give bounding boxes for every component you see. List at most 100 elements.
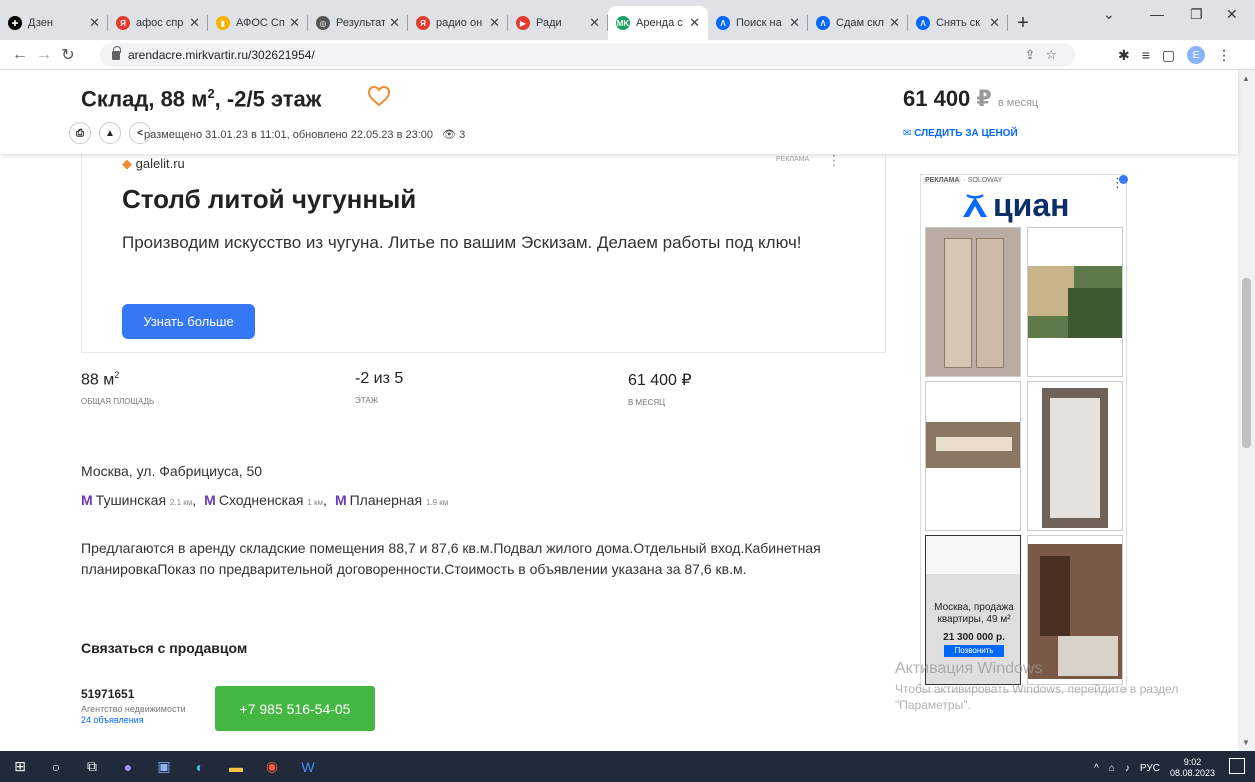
language-indicator[interactable]: РУС bbox=[1140, 763, 1160, 774]
side-ad-overlay-text: Москва, продажа квартиры, 49 м² bbox=[934, 602, 1014, 625]
browser-tab[interactable]: Λ Поиск на ✕ bbox=[708, 6, 808, 40]
metro-icon: M bbox=[204, 492, 216, 508]
metro-item[interactable]: M Сходненская 1 км, bbox=[204, 492, 327, 508]
cian-logo: циан bbox=[961, 187, 1069, 224]
seller-ads-link[interactable]: 24 объявления bbox=[81, 715, 144, 725]
browser-tab[interactable]: ▮ АФОС Сп ✕ bbox=[208, 6, 308, 40]
side-ad-photo[interactable] bbox=[925, 381, 1021, 531]
taskbar-app-icon[interactable]: ● bbox=[118, 757, 138, 777]
back-icon[interactable]: ← bbox=[8, 46, 32, 64]
scroll-up-icon[interactable]: ▲ bbox=[1242, 74, 1250, 83]
metro-name: Сходненская bbox=[218, 492, 304, 508]
tab-close-icon[interactable]: ✕ bbox=[289, 15, 300, 31]
cian-brand-text: циан bbox=[993, 187, 1070, 223]
tab-close-icon[interactable]: ✕ bbox=[589, 15, 600, 31]
side-ad-info-icon[interactable] bbox=[1119, 175, 1128, 184]
chrome-icon[interactable]: ◉ bbox=[262, 757, 282, 777]
tab-title: Дзен bbox=[28, 17, 53, 29]
minimize-icon[interactable]: — bbox=[1150, 6, 1164, 22]
browser-tab[interactable]: Ярадио он ✕ bbox=[408, 6, 508, 40]
tab-close-icon[interactable]: ✕ bbox=[89, 15, 100, 31]
notifications-icon[interactable] bbox=[1229, 758, 1245, 774]
tab-bar: ✚ Дзен ✕ Яафос спр ✕ ▮ АФОС Сп ✕ ◎ Результат ✕ Ярад… bbox=[0, 0, 1255, 40]
clock[interactable]: 9:02 08.08.2023 bbox=[1170, 757, 1215, 779]
share-icon[interactable]: ⇪ bbox=[1024, 47, 1045, 62]
tab-search-icon[interactable]: ⌄ bbox=[1103, 6, 1115, 23]
edge-icon[interactable]: ◐ bbox=[190, 757, 210, 777]
word-icon[interactable]: W bbox=[298, 757, 318, 777]
extensions-puzzle-icon[interactable]: ✱ bbox=[1118, 47, 1130, 64]
tab-favicon-icon: ▶ bbox=[516, 16, 530, 30]
browser-tab[interactable]: ◎ Результат ✕ bbox=[308, 6, 408, 40]
seller-id[interactable]: 51971651 bbox=[81, 687, 134, 701]
listing-header: Склад, 88 м2, -2/5 этаж ⎙ ▲ < размещено … bbox=[0, 70, 1238, 154]
ad-title[interactable]: Столб литой чугунный bbox=[122, 184, 416, 215]
tab-close-icon[interactable]: ✕ bbox=[989, 15, 1000, 31]
ad-banner[interactable]: ◆ galelit.ru РЕКЛАМА ⋮ Столб литой чугун… bbox=[81, 152, 886, 353]
print-icon[interactable]: ⎙ bbox=[69, 122, 91, 144]
tray-chevron-icon[interactable]: ^ bbox=[1094, 763, 1099, 774]
scroll-down-icon[interactable]: ▼ bbox=[1242, 738, 1250, 747]
browser-tab[interactable]: ▶ Ради ✕ bbox=[508, 6, 608, 40]
network-icon[interactable]: ⌂ bbox=[1109, 763, 1115, 774]
metro-item[interactable]: M Планерная 1.9 км bbox=[335, 492, 448, 508]
windows-activation-watermark: Активация Windows Чтобы активировать Win… bbox=[895, 660, 1178, 712]
volume-icon[interactable]: ♪ bbox=[1125, 763, 1130, 774]
title-rest: , -2/5 этаж bbox=[214, 86, 322, 112]
side-ad-photo[interactable] bbox=[1027, 381, 1123, 531]
browser-tab[interactable]: ✚ Дзен ✕ bbox=[0, 6, 108, 40]
reload-icon[interactable]: ↻ bbox=[56, 45, 80, 65]
forward-icon[interactable]: → bbox=[32, 46, 56, 64]
tab-close-icon[interactable]: ✕ bbox=[889, 15, 900, 31]
tab-close-icon[interactable]: ✕ bbox=[689, 15, 700, 31]
favorite-heart-icon[interactable] bbox=[367, 85, 391, 107]
file-explorer-icon[interactable]: ▬ bbox=[226, 757, 246, 777]
tab-favicon-icon: MK bbox=[616, 16, 630, 30]
ad-mark: РЕКЛАМА bbox=[776, 156, 810, 163]
tab-close-icon[interactable]: ✕ bbox=[389, 15, 400, 31]
side-ad-photo[interactable] bbox=[925, 227, 1021, 377]
side-ad-overlay-price: 21 300 000 р. bbox=[943, 632, 1005, 643]
ad-source[interactable]: ◆ galelit.ru bbox=[122, 156, 185, 172]
browser-tab[interactable]: Λ Снять ск ✕ bbox=[908, 6, 1008, 40]
tab-close-icon[interactable]: ✕ bbox=[189, 15, 200, 31]
windows-start-icon[interactable]: ⊞ bbox=[10, 757, 30, 777]
listing-address[interactable]: Москва, ул. Фабрициуса, 50 bbox=[81, 463, 262, 479]
scrollbar-thumb[interactable] bbox=[1242, 278, 1251, 448]
page-scrollbar[interactable]: ▲ ▼ bbox=[1238, 70, 1255, 751]
url-input[interactable]: arendacre.mirkvartir.ru/302621954/ ⇪☆ bbox=[100, 43, 1075, 67]
menu-kebab-icon[interactable]: ⋮ bbox=[1217, 47, 1231, 64]
tab-title: радио он bbox=[436, 17, 483, 29]
taskbar-search-icon[interactable]: ○ bbox=[46, 757, 66, 777]
side-panel-icon[interactable]: ▢ bbox=[1162, 47, 1175, 64]
side-ad-call-button[interactable]: Позвонить bbox=[944, 645, 1004, 657]
new-tab-button[interactable]: + bbox=[1008, 6, 1038, 40]
browser-tab[interactable]: Λ Сдам скл ✕ bbox=[808, 6, 908, 40]
task-view-icon[interactable]: ⧉ bbox=[82, 757, 102, 777]
close-window-icon[interactable]: ✕ bbox=[1226, 6, 1238, 23]
side-ad-photo[interactable] bbox=[1027, 227, 1123, 377]
price-value: 61 400 bbox=[903, 86, 971, 111]
complaint-icon[interactable]: ▲ bbox=[99, 122, 121, 144]
browser-tab[interactable]: Яафос спр ✕ bbox=[108, 6, 208, 40]
tab-favicon-icon: Λ bbox=[716, 16, 730, 30]
tab-close-icon[interactable]: ✕ bbox=[789, 15, 800, 31]
metro-item[interactable]: M Тушинская 2.1 км, bbox=[81, 492, 196, 508]
side-ad[interactable]: РЕКЛАМА · SOLOWAY ⋮ циан Москва, продажа… bbox=[920, 174, 1128, 692]
bookmark-star-icon[interactable]: ☆ bbox=[1045, 47, 1067, 62]
ad-learn-more-button[interactable]: Узнать больше bbox=[122, 304, 255, 339]
ad-options-icon[interactable]: ⋮ bbox=[827, 152, 841, 169]
reading-list-icon[interactable]: ≡ bbox=[1142, 47, 1150, 63]
tab-title: афос спр bbox=[136, 17, 184, 29]
show-phone-button[interactable]: +7 985 516-54-05 bbox=[215, 686, 375, 731]
side-ad-mark-label: РЕКЛАМА bbox=[923, 177, 962, 184]
profile-avatar[interactable]: E bbox=[1187, 46, 1206, 64]
views-eye-icon: 👁 bbox=[442, 129, 457, 141]
clock-time: 9:02 bbox=[1183, 757, 1202, 767]
tab-close-icon[interactable]: ✕ bbox=[489, 15, 500, 31]
store-icon[interactable]: ▣ bbox=[154, 757, 174, 777]
watch-price-link[interactable]: ✉ Следить за ценой bbox=[903, 128, 1018, 139]
omnibox-icons: ⇪☆ bbox=[1024, 47, 1067, 63]
browser-tab[interactable]: MK Аренда с ✕ bbox=[608, 6, 708, 40]
maximize-icon[interactable]: ❐ bbox=[1190, 6, 1203, 23]
